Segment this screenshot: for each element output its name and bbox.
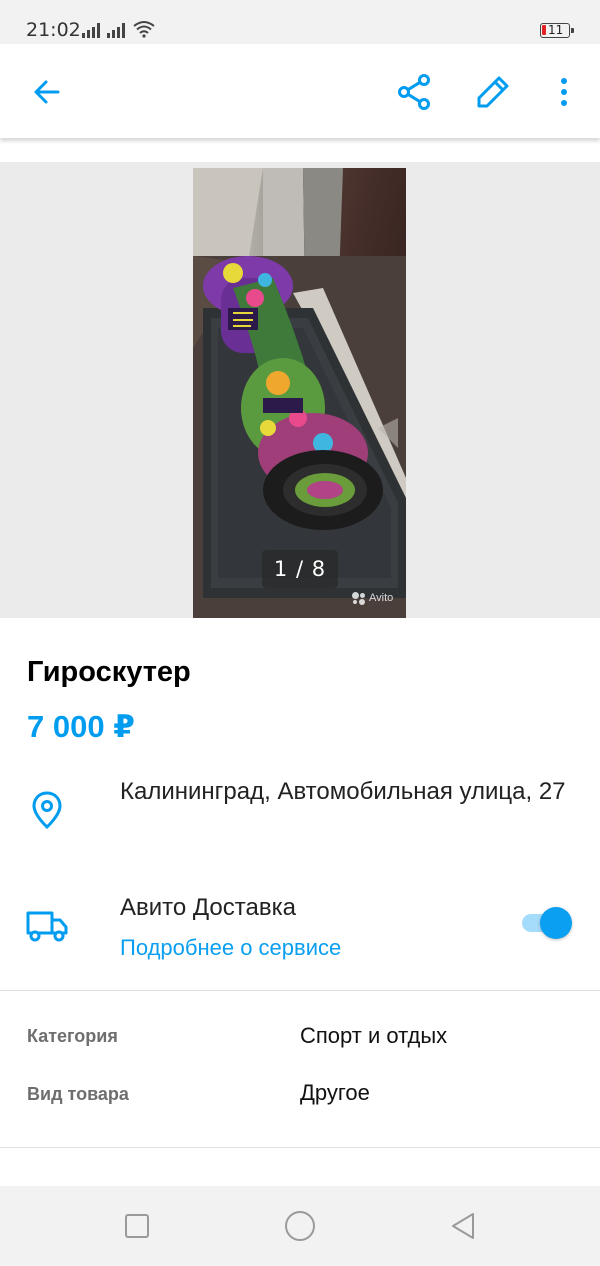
arrow-left-icon <box>34 80 60 104</box>
status-time: 21:02 <box>26 19 81 41</box>
toggle-thumb <box>540 907 572 939</box>
listing-price: 7 000 ₽ <box>27 709 135 744</box>
param-label-type: Вид товара <box>27 1084 129 1104</box>
photo-gallery[interactable]: 1 / 8 Avito <box>0 162 600 618</box>
system-nav-bar <box>0 1186 600 1266</box>
location-pin-icon <box>28 790 66 830</box>
status-bar: 21:02 11 <box>0 0 600 44</box>
more-vertical-icon <box>561 78 567 106</box>
avito-logo-icon <box>352 592 366 605</box>
signal-icon <box>82 22 102 38</box>
battery-icon: 11 <box>540 23 574 38</box>
section-divider <box>0 1147 600 1148</box>
avito-watermark: Avito <box>352 592 394 605</box>
app-bar <box>0 44 600 138</box>
wifi-icon <box>133 21 155 38</box>
section-divider <box>0 990 600 991</box>
more-button[interactable] <box>540 68 588 116</box>
system-back-button[interactable] <box>443 1206 483 1246</box>
delivery-toggle[interactable] <box>520 904 576 942</box>
signal-icon <box>107 22 127 38</box>
delivery-info-link[interactable]: Подробнее о сервисе <box>120 935 341 961</box>
listing-title: Гироскутер <box>27 656 191 688</box>
watermark-text: Avito <box>369 592 394 604</box>
square-icon <box>125 1214 149 1238</box>
triangle-back-icon <box>452 1213 474 1239</box>
recents-button[interactable] <box>117 1206 157 1246</box>
delivery-title: Авито Доставка <box>120 894 296 921</box>
listing-address[interactable]: Калининград, Автомобильная улица, 27 <box>120 774 590 810</box>
edit-button[interactable] <box>469 68 517 116</box>
truck-icon <box>25 908 69 944</box>
home-button[interactable] <box>280 1206 320 1246</box>
param-label-category: Категория <box>27 1026 118 1046</box>
share-icon <box>398 74 430 110</box>
pencil-icon <box>477 76 509 108</box>
param-value-category: Спорт и отдых <box>300 1023 448 1048</box>
param-value-type: Другое <box>300 1080 370 1105</box>
circle-icon <box>285 1211 315 1241</box>
photo-counter: 1 / 8 <box>262 550 338 588</box>
share-button[interactable] <box>390 68 438 116</box>
back-button[interactable] <box>23 68 71 116</box>
battery-level: 11 <box>548 23 564 37</box>
